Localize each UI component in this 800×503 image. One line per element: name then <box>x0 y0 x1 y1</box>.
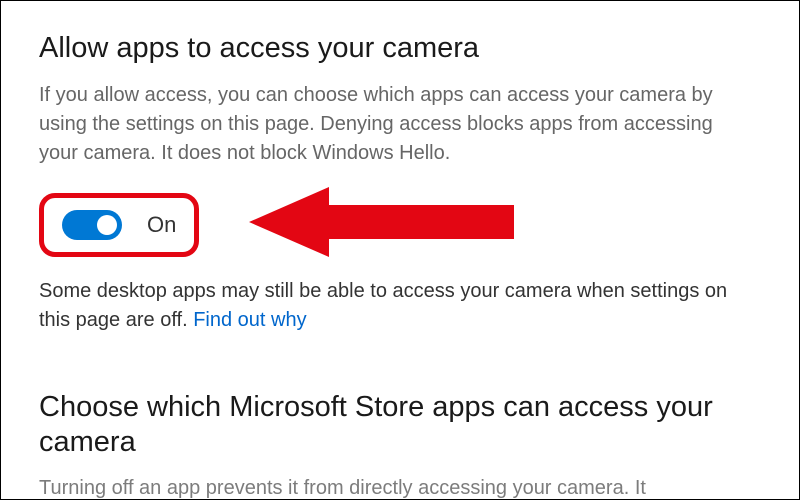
toggle-state-label: On <box>147 212 176 238</box>
desktop-apps-note: Some desktop apps may still be able to a… <box>39 277 749 335</box>
choose-apps-heading: Choose which Microsoft Store apps can ac… <box>39 390 761 460</box>
allow-apps-description: If you allow access, you can choose whic… <box>39 81 749 168</box>
toggle-knob <box>97 215 117 235</box>
camera-access-toggle-row: On <box>39 193 761 257</box>
find-out-why-link[interactable]: Find out why <box>193 309 306 331</box>
choose-apps-description-cutoff: Turning off an app prevents it from dire… <box>39 474 749 503</box>
allow-apps-heading: Allow apps to access your camera <box>39 31 761 66</box>
annotation-highlight-box: On <box>39 193 199 257</box>
arrow-annotation <box>249 187 519 262</box>
note-text-part: Some desktop apps may still be able to a… <box>39 280 727 331</box>
camera-access-toggle[interactable] <box>62 210 122 240</box>
